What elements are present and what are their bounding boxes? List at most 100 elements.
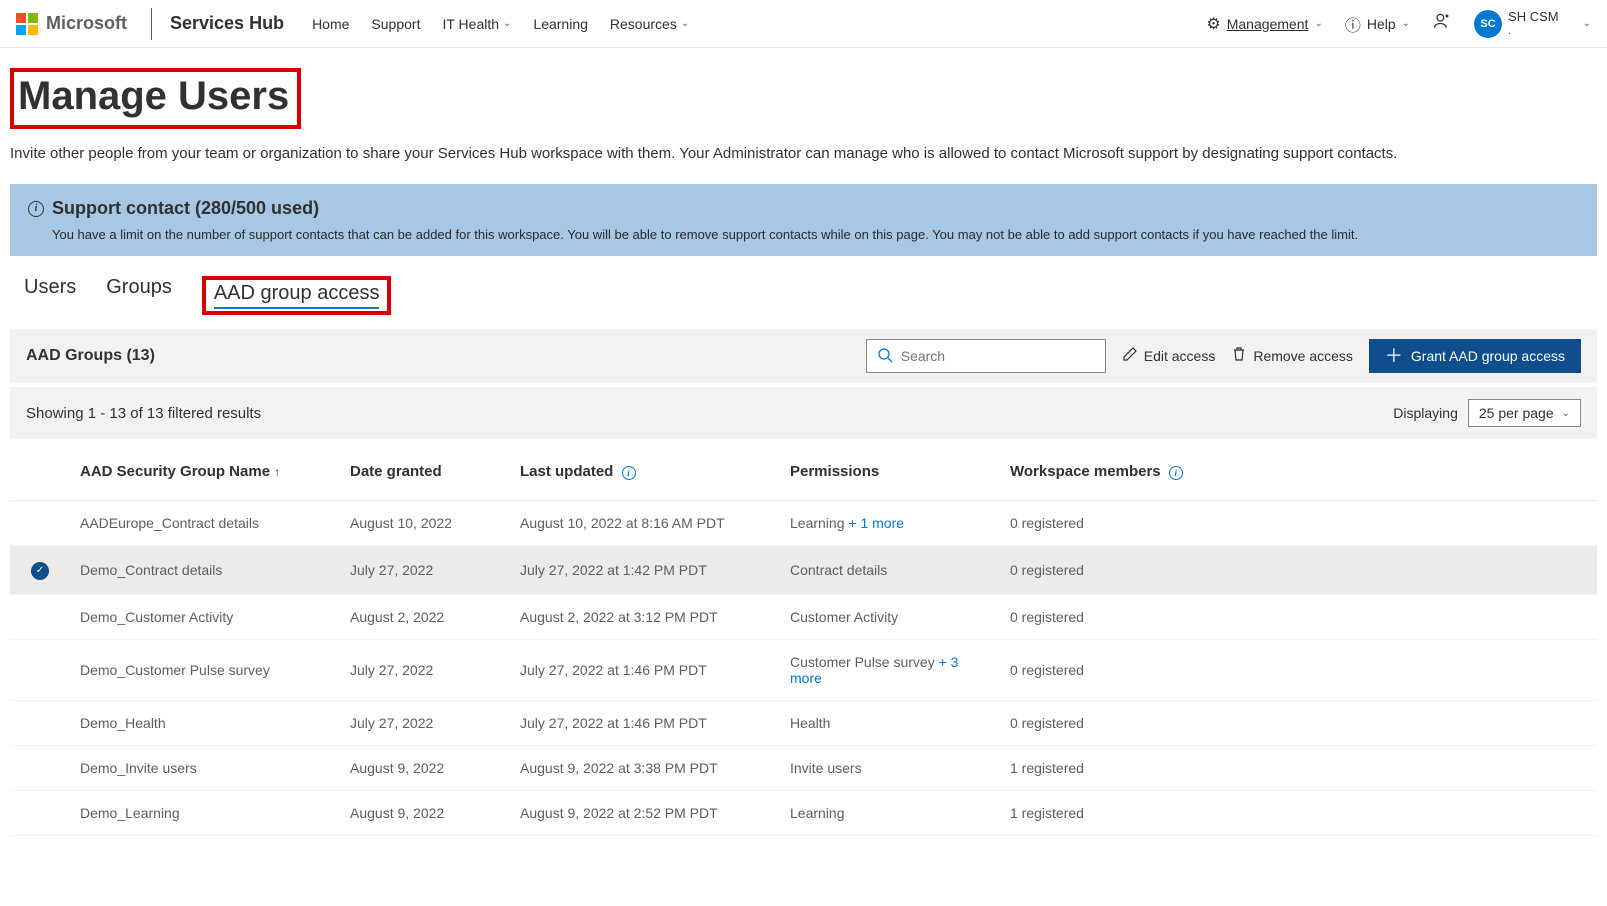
help-label: Help [1367,16,1396,32]
cell-last-updated: August 9, 2022 at 2:52 PM PDT [510,790,780,835]
cell-date-granted: July 27, 2022 [340,700,510,745]
trash-icon [1231,346,1247,367]
cell-last-updated: July 27, 2022 at 1:42 PM PDT [510,546,780,595]
user-display-name: SH CSM [1508,10,1559,24]
table-row[interactable]: Demo_Invite usersAugust 9, 2022August 9,… [10,745,1597,790]
header-divider [151,8,152,40]
row-checkbox[interactable] [10,501,70,546]
table-row[interactable]: Demo_HealthJuly 27, 2022July 27, 2022 at… [10,700,1597,745]
search-input[interactable] [901,348,1095,364]
assistant-button[interactable] [1432,11,1452,36]
cell-members: 0 registered [1000,700,1597,745]
permissions-more-link[interactable]: + 3 more [790,654,958,686]
cell-permissions: Learning + 1 more [780,501,1000,546]
nav-learning[interactable]: Learning [533,16,588,32]
table-row[interactable]: Demo_Customer ActivityAugust 2, 2022Augu… [10,594,1597,639]
aad-groups-table: AAD Security Group Name ↑ Date granted L… [10,439,1597,836]
row-checkbox[interactable] [10,790,70,835]
user-menu[interactable]: SC SH CSM . ⌄ [1474,10,1591,38]
management-menu[interactable]: ⚙ Management ⌄ [1206,14,1322,34]
user-avatar: SC [1474,10,1502,38]
nav-it-health[interactable]: IT Health⌄ [442,16,511,32]
per-page-value: 25 per page [1479,405,1554,421]
header-right: ⚙ Management ⌄ ⓘ Help ⌄ SC SH CSM . ⌄ [1206,10,1591,38]
row-checkbox[interactable] [10,639,70,700]
cell-members: 0 registered [1000,501,1597,546]
chevron-down-icon: ⌄ [1314,18,1322,29]
row-checkbox[interactable] [10,745,70,790]
management-label: Management [1227,16,1309,32]
cell-date-granted: July 27, 2022 [340,639,510,700]
table-row[interactable]: AADEurope_Contract detailsAugust 10, 202… [10,501,1597,546]
edit-access-button[interactable]: Edit access [1122,346,1216,367]
cell-last-updated: July 27, 2022 at 1:46 PM PDT [510,639,780,700]
remove-access-button[interactable]: Remove access [1231,346,1353,367]
cell-group-name: Demo_Customer Pulse survey [70,639,340,700]
chevron-down-icon: ⌄ [1402,18,1410,29]
permissions-more-link[interactable]: + 1 more [848,515,904,531]
cell-date-granted: August 9, 2022 [340,745,510,790]
row-checkbox[interactable] [10,594,70,639]
search-box[interactable] [866,339,1106,373]
col-last-updated-label: Last updated [520,463,613,480]
tab-groups[interactable]: Groups [106,276,172,315]
microsoft-logo-icon [16,13,38,35]
nav-resources[interactable]: Resources⌄ [610,16,689,32]
app-name[interactable]: Services Hub [170,13,284,34]
cell-date-granted: August 2, 2022 [340,594,510,639]
info-icon[interactable]: i [622,466,636,480]
cell-group-name: Demo_Customer Activity [70,594,340,639]
groups-toolbar: AAD Groups (13) Edit access Remove acces… [10,329,1597,383]
col-date-granted[interactable]: Date granted [340,439,510,501]
col-select [10,439,70,501]
info-icon[interactable]: i [1169,466,1183,480]
results-count: Showing 1 - 13 of 13 filtered results [26,405,261,422]
per-page-dropdown[interactable]: 25 per page ⌄ [1468,399,1581,427]
help-menu[interactable]: ⓘ Help ⌄ [1345,12,1410,36]
page-title: Manage Users [10,68,301,129]
col-workspace-members-label: Workspace members [1010,463,1161,480]
table-wrap: AAD Security Group Name ↑ Date granted L… [10,439,1597,836]
search-icon [877,347,893,366]
row-checkbox[interactable] [10,700,70,745]
cell-date-granted: July 27, 2022 [340,546,510,595]
cell-members: 1 registered [1000,790,1597,835]
col-last-updated[interactable]: Last updated i [510,439,780,501]
chevron-down-icon: ⌄ [1583,18,1591,29]
tab-bar: Users Groups AAD group access [10,276,1597,329]
tab-users[interactable]: Users [24,276,76,315]
cell-members: 0 registered [1000,594,1597,639]
table-row[interactable]: Demo_Customer Pulse surveyJuly 27, 2022J… [10,639,1597,700]
global-header: Microsoft Services Hub Home Support IT H… [0,0,1607,48]
help-icon: ⓘ [1345,12,1361,36]
toolbar-title: AAD Groups (13) [26,347,155,365]
cell-last-updated: July 27, 2022 at 1:46 PM PDT [510,700,780,745]
row-checkbox[interactable]: ✓ [10,546,70,595]
chat-icon [1432,11,1452,36]
nav-home[interactable]: Home [312,16,349,32]
col-group-name[interactable]: AAD Security Group Name ↑ [70,439,340,501]
tab-aad-group-access[interactable]: AAD group access [214,282,380,309]
cell-permissions: Learning [780,790,1000,835]
microsoft-logo[interactable]: Microsoft [16,13,127,35]
grant-access-label: Grant AAD group access [1411,348,1565,364]
nav-support[interactable]: Support [371,16,420,32]
chevron-down-icon: ⌄ [503,18,511,29]
table-row[interactable]: ✓Demo_Contract detailsJuly 27, 2022July … [10,546,1597,595]
edit-access-label: Edit access [1144,348,1216,364]
grant-access-button[interactable]: ＋ Grant AAD group access [1369,339,1581,373]
filter-right: Displaying 25 per page ⌄ [1393,399,1581,427]
table-row[interactable]: Demo_LearningAugust 9, 2022August 9, 202… [10,790,1597,835]
cell-permissions: Customer Activity [780,594,1000,639]
top-nav: Home Support IT Health⌄ Learning Resourc… [312,16,689,32]
table-scroll[interactable]: AAD Security Group Name ↑ Date granted L… [10,439,1597,836]
cell-group-name: Demo_Health [70,700,340,745]
cell-date-granted: August 9, 2022 [340,790,510,835]
col-workspace-members[interactable]: Workspace members i [1000,439,1597,501]
col-permissions[interactable]: Permissions [780,439,1000,501]
cell-permissions: Contract details [780,546,1000,595]
cell-group-name: Demo_Contract details [70,546,340,595]
cell-last-updated: August 2, 2022 at 3:12 PM PDT [510,594,780,639]
tab-aad-highlight: AAD group access [202,276,392,315]
user-subtitle: . [1508,25,1559,37]
